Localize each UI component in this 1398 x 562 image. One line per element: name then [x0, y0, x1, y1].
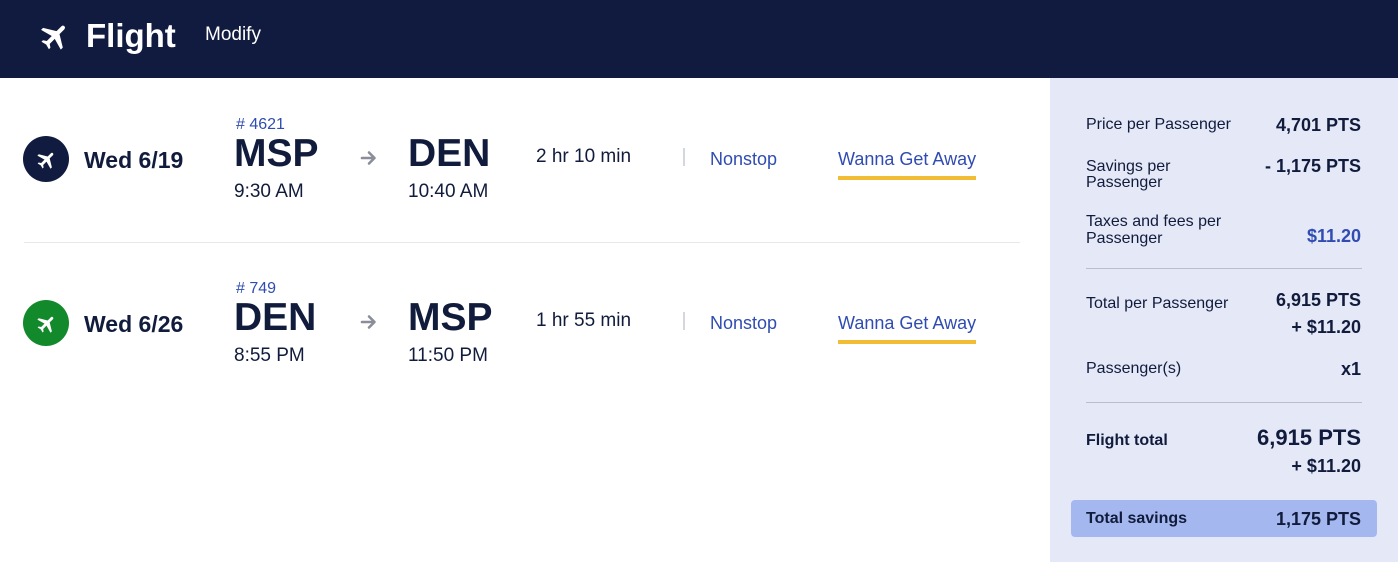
arrival-time: 10:40 AM — [408, 181, 489, 202]
taxes-value: $11.20 — [1306, 226, 1361, 246]
modify-link[interactable]: Modify — [205, 24, 261, 46]
savings-value: - 1,175 PTS — [1264, 156, 1361, 176]
total-savings-value: 1,175 PTS — [1275, 509, 1361, 529]
origin-code: MSP — [234, 132, 319, 175]
flight-total-points: 6,915 PTS — [1257, 425, 1361, 450]
total-savings-bar: Total savings 1,175 PTS — [1071, 500, 1377, 537]
price-per-passenger-value: 4,701 PTS — [1275, 115, 1361, 135]
flight-duration: 2 hr 10 min — [536, 146, 632, 167]
destination-code: MSP — [408, 296, 493, 339]
total-per-passenger-label: Total per Passenger — [1086, 295, 1229, 312]
total-per-passenger-cash: + $11.20 — [1291, 317, 1361, 337]
taxes-label-line2: Passenger — [1086, 230, 1163, 247]
flight-date: Wed 6/19 — [84, 147, 184, 173]
summary-divider — [1086, 402, 1362, 403]
fare-type-link[interactable]: Wanna Get Away — [838, 148, 977, 180]
top-header: Flight Modify — [0, 0, 1398, 78]
flight-total-label: Flight total — [1086, 432, 1168, 449]
price-summary-panel: Price per Passenger 4,701 PTS Savings pe… — [1050, 78, 1398, 562]
departure-time: 8:55 PM — [234, 345, 305, 366]
plane-icon — [37, 152, 54, 169]
flight-duration: 1 hr 55 min — [536, 310, 632, 331]
plane-icon — [37, 316, 54, 333]
taxes-label-line1: Taxes and fees per — [1086, 213, 1222, 230]
flight-date: Wed 6/26 — [84, 311, 184, 337]
passengers-label: Passenger(s) — [1086, 360, 1182, 377]
flight-total-cash: + $11.20 — [1291, 456, 1361, 476]
flight-row: Wed 6/26 # 749 DEN 8:55 PM MSP 11:50 PM … — [0, 278, 1050, 398]
summary-divider — [1086, 268, 1362, 269]
total-per-passenger-points: 6,915 PTS — [1275, 290, 1361, 310]
stops-link[interactable]: Nonstop — [710, 312, 777, 334]
departure-time: 9:30 AM — [234, 181, 304, 202]
flight-list: Wed 6/19 # 4621 MSP 9:30 AM DEN 10:40 AM… — [0, 78, 1050, 562]
separator — [683, 148, 685, 166]
savings-label-line2: Passenger — [1086, 174, 1163, 191]
page-title: Flight — [86, 17, 176, 54]
stops-link[interactable]: Nonstop — [710, 148, 777, 170]
separator — [683, 312, 685, 330]
flight-badge — [23, 136, 69, 182]
passengers-value: x1 — [1340, 359, 1361, 379]
plane-icon — [41, 25, 66, 50]
savings-label-line1: Savings per — [1086, 158, 1171, 175]
flight-row: Wed 6/19 # 4621 MSP 9:30 AM DEN 10:40 AM… — [0, 114, 1050, 234]
total-savings-label: Total savings — [1086, 510, 1188, 527]
fare-type-link[interactable]: Wanna Get Away — [838, 312, 977, 344]
price-per-passenger-label: Price per Passenger — [1086, 116, 1231, 133]
arrow-right-icon — [360, 151, 376, 165]
arrival-time: 11:50 PM — [408, 345, 488, 366]
row-divider — [24, 242, 1020, 243]
destination-code: DEN — [408, 132, 491, 175]
flight-badge — [23, 300, 69, 346]
origin-code: DEN — [234, 296, 317, 339]
arrow-right-icon — [360, 315, 376, 329]
